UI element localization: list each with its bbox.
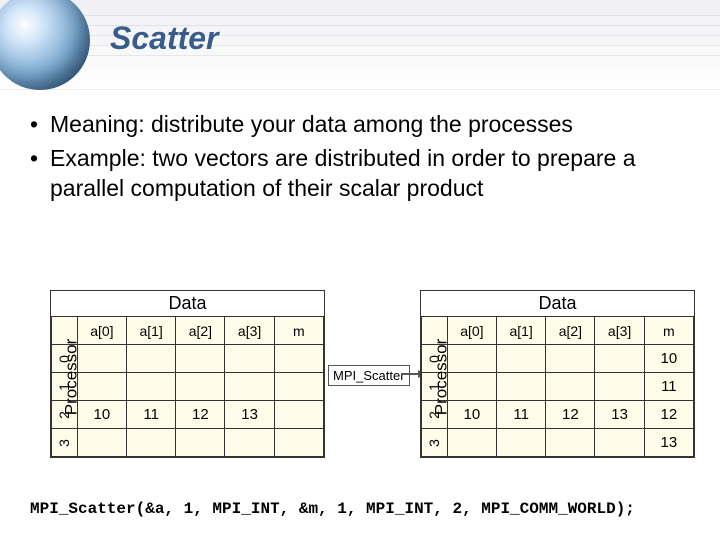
col-header: a[1] [497, 317, 546, 345]
cell: 13 [225, 401, 274, 429]
cell: 12 [644, 401, 693, 429]
col-header: a[0] [77, 317, 126, 345]
cell [176, 373, 225, 401]
right-table-block: Processor Data a[0] a[1] a[2] a[3] m 0 1… [420, 290, 695, 458]
cell [77, 429, 126, 457]
col-header: a[0] [447, 317, 496, 345]
bullet-text: Meaning: distribute your data among the … [50, 110, 690, 140]
cell [225, 373, 274, 401]
cell [274, 345, 323, 373]
cell: 11 [127, 401, 176, 429]
cell [595, 373, 644, 401]
cell: 13 [595, 401, 644, 429]
cell: 11 [497, 401, 546, 429]
code-snippet: MPI_Scatter(&a, 1, MPI_INT, &m, 1, MPI_I… [30, 500, 690, 518]
row-header: 3 [422, 429, 448, 457]
table-row: 3 13 [422, 429, 694, 457]
bullet-mark: • [30, 144, 50, 204]
table-row: 0 10 [422, 345, 694, 373]
col-header: m [644, 317, 693, 345]
data-axis-label: Data [421, 291, 694, 316]
table-row: 3 [52, 429, 324, 457]
right-table: a[0] a[1] a[2] a[3] m 0 10 1 11 [421, 316, 694, 457]
left-table-block: Processor Data a[0] a[1] a[2] a[3] m 0 1 [50, 290, 325, 458]
cell [127, 345, 176, 373]
mpi-scatter-label: MPI_Scatter [328, 365, 410, 386]
cell [274, 401, 323, 429]
cell [274, 373, 323, 401]
row-header: 3 [52, 429, 78, 457]
cell: 10 [447, 401, 496, 429]
cell [176, 345, 225, 373]
table-row: 2 10 11 12 13 12 [422, 401, 694, 429]
cell [176, 429, 225, 457]
processor-axis-label: Processor [61, 339, 81, 416]
bullet-mark: • [30, 110, 50, 140]
diagram: Processor Data a[0] a[1] a[2] a[3] m 0 1 [30, 290, 690, 490]
cell [546, 345, 595, 373]
cell [447, 429, 496, 457]
table-header-row: a[0] a[1] a[2] a[3] m [422, 317, 694, 345]
cell: 13 [644, 429, 693, 457]
table-row: 1 [52, 373, 324, 401]
cell [127, 373, 176, 401]
cell [225, 429, 274, 457]
cell [546, 373, 595, 401]
table-row: 0 [52, 345, 324, 373]
cell [225, 345, 274, 373]
cell: 10 [77, 401, 126, 429]
arrow-icon [401, 373, 419, 375]
cell [595, 345, 644, 373]
bullet-item: • Meaning: distribute your data among th… [30, 110, 690, 140]
col-header: a[1] [127, 317, 176, 345]
col-header: a[3] [225, 317, 274, 345]
cell [447, 345, 496, 373]
col-header: a[3] [595, 317, 644, 345]
cell [447, 373, 496, 401]
cell: 11 [644, 373, 693, 401]
bullet-item: • Example: two vectors are distributed i… [30, 144, 690, 204]
cell [546, 429, 595, 457]
cell [127, 429, 176, 457]
col-header: a[2] [176, 317, 225, 345]
cell [274, 429, 323, 457]
processor-axis-label: Processor [431, 339, 451, 416]
header-background [0, 0, 720, 90]
col-header: a[2] [546, 317, 595, 345]
cell [77, 373, 126, 401]
cell [77, 345, 126, 373]
cell [497, 429, 546, 457]
slide-title: Scatter [110, 20, 219, 57]
cell: 12 [546, 401, 595, 429]
cell: 12 [176, 401, 225, 429]
cell [595, 429, 644, 457]
left-table: a[0] a[1] a[2] a[3] m 0 1 [51, 316, 324, 457]
cell [497, 373, 546, 401]
table-header-row: a[0] a[1] a[2] a[3] m [52, 317, 324, 345]
table-row: 1 11 [422, 373, 694, 401]
cell: 10 [644, 345, 693, 373]
col-header: m [274, 317, 323, 345]
cell [497, 345, 546, 373]
bullet-text: Example: two vectors are distributed in … [50, 144, 690, 204]
bullet-list: • Meaning: distribute your data among th… [30, 110, 690, 208]
table-row: 2 10 11 12 13 [52, 401, 324, 429]
data-axis-label: Data [51, 291, 324, 316]
